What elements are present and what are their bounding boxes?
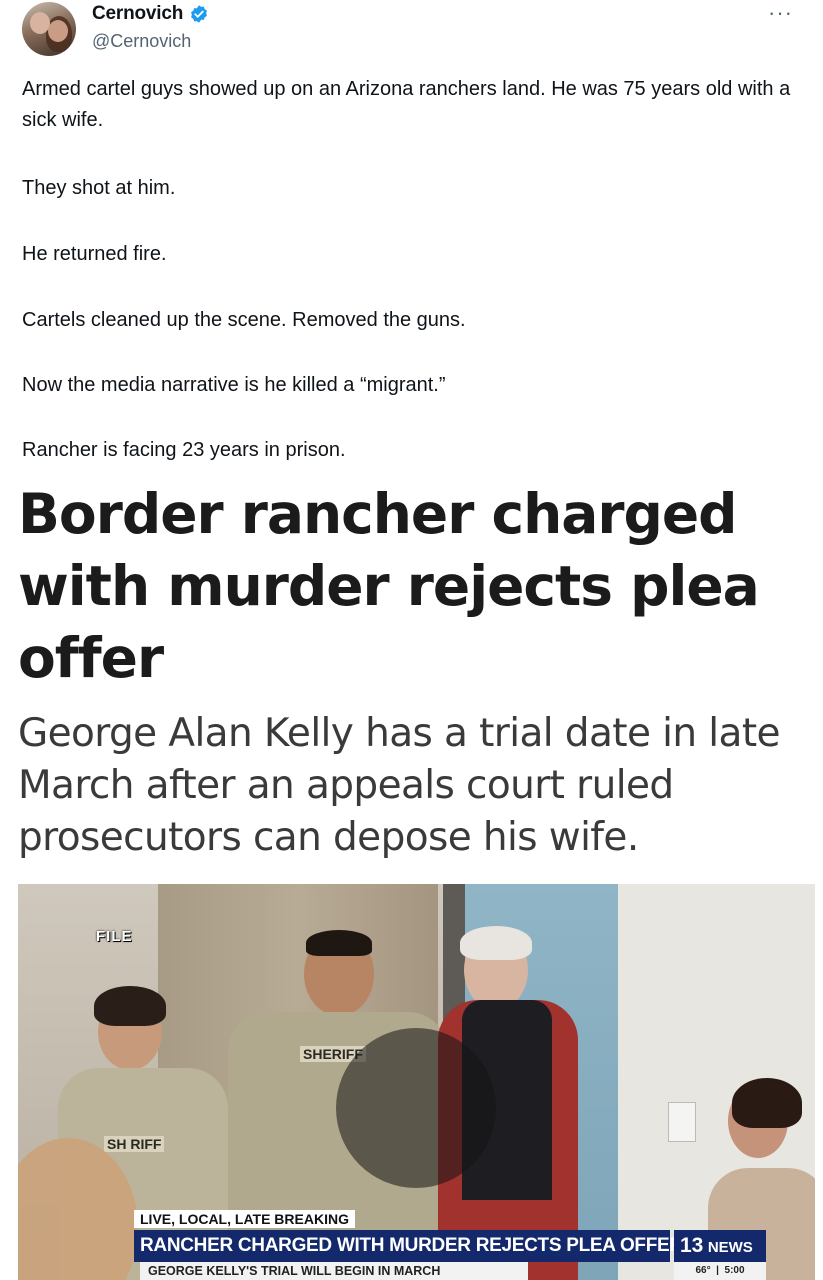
avatar-face [30,12,50,34]
verified-badge-icon [191,5,208,23]
tweet-paragraph: Armed cartel guys showed up on an Arizon… [22,78,791,131]
avatar-face [48,20,68,42]
more-options-icon[interactable]: ··· [768,2,793,24]
author-name-row: Cernovich [92,3,209,25]
tweet-paragraph: They shot at him. [22,177,176,199]
light-switch [668,1102,696,1142]
station-logo: 13 NEWS [674,1230,766,1262]
avatar[interactable] [22,2,76,56]
station-word: NEWS [707,1239,753,1256]
lower-third-subline: GEORGE KELLY'S TRIAL WILL BEGIN IN MARCH [140,1262,528,1280]
lower-third-headline: RANCHER CHARGED WITH MURDER REJECTS PLEA… [134,1230,683,1262]
display-name[interactable]: Cernovich [92,3,183,25]
article-subhead: George Alan Kelly has a trial date in la… [18,711,781,860]
play-button[interactable] [336,1028,496,1188]
user-handle[interactable]: @Cernovich [92,31,191,52]
article-headline: Border rancher charged with murder rejec… [18,482,760,690]
station-number: 13 [680,1234,704,1257]
temperature: 66° [695,1265,711,1276]
weather-time-strip: 66° | 5:00 [674,1262,766,1280]
tweet-paragraph: Cartels cleaned up the scene. Removed th… [22,309,466,331]
news-video[interactable]: FILE SH RIFF SHERIFF LIVE, LOCAL, LATE B… [18,884,815,1280]
tweet-paragraph: Rancher is facing 23 years in prison. [22,439,346,461]
lower-third-kicker: LIVE, LOCAL, LATE BREAKING [134,1210,355,1228]
tweet-paragraph: He returned fire. [22,243,167,265]
sheriff-patch: SH RIFF [104,1136,165,1152]
file-tag: FILE [96,928,133,945]
clock-time: 5:00 [724,1265,745,1276]
tweet-paragraph: Now the media narrative is he killed a “… [22,374,446,396]
